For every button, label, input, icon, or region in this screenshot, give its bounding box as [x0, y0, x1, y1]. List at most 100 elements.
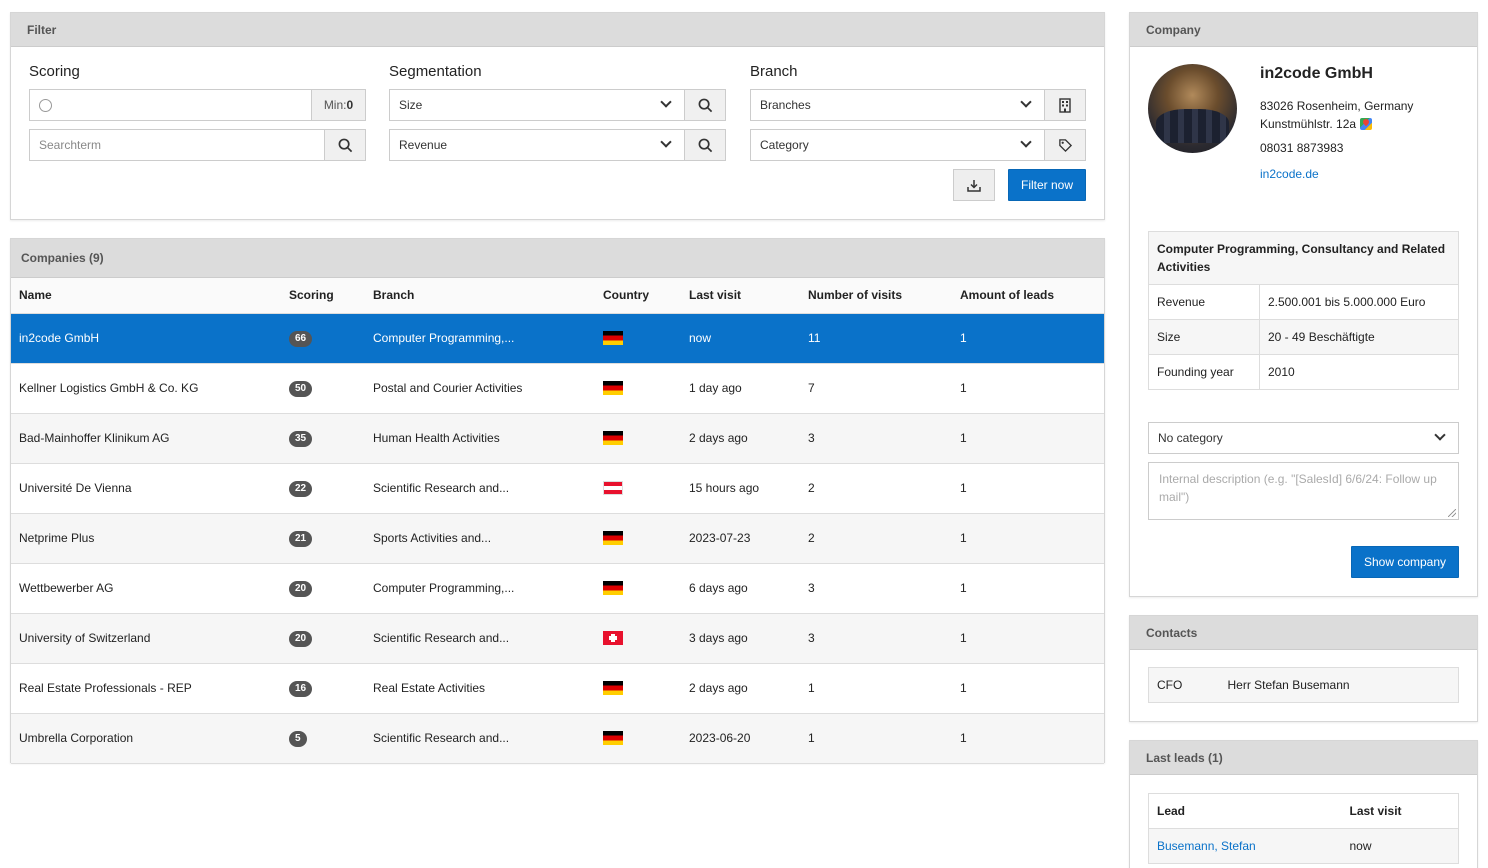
- flag-de-icon: [603, 731, 623, 746]
- branch-cell: Human Health Activities: [365, 413, 595, 464]
- visits-cell: 2: [800, 463, 952, 514]
- category-select-value: Category: [760, 138, 809, 152]
- company-avatar: [1148, 64, 1237, 153]
- size-select[interactable]: Size: [389, 89, 685, 121]
- scoring-badge: 20: [289, 580, 313, 597]
- lead-name-link[interactable]: Busemann, Stefan: [1148, 828, 1342, 864]
- revenue-label: Revenue: [1148, 284, 1260, 320]
- last-visit-cell: 6 days ago: [681, 563, 800, 614]
- country-cell: [595, 563, 681, 614]
- table-row[interactable]: Real Estate Professionals - REP 16 Real Es…: [11, 663, 1104, 714]
- last-visit-cell: 3 days ago: [681, 613, 800, 664]
- col-last-visit[interactable]: Last visit: [681, 278, 800, 314]
- col-number-of-visits[interactable]: Number of visits: [800, 278, 952, 314]
- branch-cell: Sports Activities and...: [365, 513, 595, 564]
- company-category-select[interactable]: No category: [1148, 422, 1459, 454]
- table-row[interactable]: Netprime Plus 21 Sports Activities and... 2…: [11, 513, 1104, 564]
- table-row[interactable]: Kellner Logistics GmbH & Co. KG 50 Postal …: [11, 363, 1104, 414]
- companies-panel: Companies (9) Name Scoring Branch Countr…: [10, 238, 1105, 764]
- scoring-cell: 50: [281, 363, 365, 414]
- show-company-button[interactable]: Show company: [1351, 546, 1459, 578]
- col-country[interactable]: Country: [595, 278, 681, 314]
- last-visit-cell: 1 day ago: [681, 363, 800, 414]
- country-cell: [595, 363, 681, 414]
- col-scoring[interactable]: Scoring: [281, 278, 365, 314]
- table-row[interactable]: University of Switzerland 20 Scientific Re…: [11, 613, 1104, 664]
- leads-cell: 1: [952, 363, 1104, 414]
- internal-description-placeholder: Internal description (e.g. "[SalesId] 6/…: [1159, 472, 1437, 504]
- scoring-group: Scoring: [29, 63, 365, 90]
- company-panel: Company in2code GmbH 83026 Rosenheim, Ge…: [1129, 12, 1478, 597]
- company-name-cell: Netprime Plus: [11, 513, 281, 564]
- table-row[interactable]: Bad-Mainhoffer Klinikum AG 35 Human Health…: [11, 413, 1104, 464]
- company-name-cell: University of Switzerland: [11, 613, 281, 664]
- visits-cell: 3: [800, 613, 952, 664]
- last-visit-cell: 2 days ago: [681, 413, 800, 464]
- col-name[interactable]: Name: [11, 278, 281, 314]
- scoring-radio[interactable]: [39, 98, 52, 112]
- company-address-line2: Kunstmühlstr. 12a: [1260, 117, 1357, 131]
- country-cell: [595, 413, 681, 464]
- flag-de-icon: [603, 431, 623, 446]
- company-branch: Computer Programming, Consultancy and Re…: [1148, 231, 1459, 285]
- table-row[interactable]: Université De Vienna 22 Scientific Researc…: [11, 463, 1104, 514]
- resize-handle[interactable]: [1448, 509, 1456, 517]
- leads-cell: 1: [952, 313, 1104, 364]
- country-cell: [595, 613, 681, 664]
- size-select-value: Size: [399, 98, 423, 112]
- leads-cell: 1: [952, 563, 1104, 614]
- table-row[interactable]: in2code GmbH 66 Computer Programming,... no…: [11, 313, 1104, 364]
- col-branch[interactable]: Branch: [365, 278, 595, 314]
- table-row[interactable]: Wettbewerber AG 20 Computer Programming,..…: [11, 563, 1104, 614]
- category-button[interactable]: [1044, 129, 1086, 161]
- company-category-value: No category: [1158, 431, 1223, 445]
- last-visit-cell: 2023-07-23: [681, 513, 800, 564]
- country-cell: [595, 313, 681, 364]
- size-search-button[interactable]: [684, 89, 726, 121]
- leads-cell: 1: [952, 613, 1104, 664]
- chevron-down-icon: [660, 96, 672, 108]
- company-phone: 08031 8873983: [1260, 141, 1344, 155]
- last-visit-cell: 2 days ago: [681, 663, 800, 714]
- branches-button[interactable]: [1044, 89, 1086, 121]
- flag-de-icon: [603, 331, 623, 346]
- company-name-cell: in2code GmbH: [11, 313, 281, 364]
- scoring-cell: 20: [281, 613, 365, 664]
- col-amount-of-leads[interactable]: Amount of leads: [952, 278, 1104, 314]
- download-button[interactable]: [953, 169, 995, 201]
- google-maps-icon[interactable]: [1360, 118, 1373, 130]
- company-name-cell: Kellner Logistics GmbH & Co. KG: [11, 363, 281, 414]
- leads-cell: 1: [952, 513, 1104, 564]
- visits-cell: 2: [800, 513, 952, 564]
- branch-label: Branch: [750, 63, 798, 80]
- flag-de-icon: [603, 581, 623, 596]
- flag-at-icon: [603, 481, 623, 496]
- internal-description-textarea[interactable]: Internal description (e.g. "[SalesId] 6/…: [1148, 462, 1459, 520]
- filter-panel: Filter Scoring Min: 0 Searchterm Segmenta…: [10, 12, 1105, 220]
- company-website-link[interactable]: in2code.de: [1260, 167, 1319, 181]
- revenue-search-button[interactable]: [684, 129, 726, 161]
- scoring-badge: 16: [289, 680, 313, 697]
- searchterm-input[interactable]: Searchterm: [29, 129, 325, 161]
- revenue-select[interactable]: Revenue: [389, 129, 685, 161]
- revenue-value: 2.500.001 bis 5.000.000 Euro: [1259, 284, 1459, 320]
- category-select[interactable]: Category: [750, 129, 1045, 161]
- chevron-down-icon: [1020, 136, 1032, 148]
- scoring-slider-field[interactable]: [29, 89, 312, 121]
- col-lead-last-visit: Last visit: [1341, 793, 1459, 829]
- table-row[interactable]: Umbrella Corporation 5 Scientific Research…: [11, 713, 1104, 764]
- searchterm-search-button[interactable]: [324, 129, 366, 161]
- filter-now-button[interactable]: Filter now: [1008, 169, 1086, 201]
- visits-cell: 1: [800, 663, 952, 714]
- visits-cell: 7: [800, 363, 952, 414]
- scoring-cell: 35: [281, 413, 365, 464]
- scoring-cell: 16: [281, 663, 365, 714]
- country-cell: [595, 463, 681, 514]
- visits-cell: 11: [800, 313, 952, 364]
- branches-select[interactable]: Branches: [750, 89, 1045, 121]
- branch-cell: Real Estate Activities: [365, 663, 595, 714]
- branch-cell: Postal and Courier Activities: [365, 363, 595, 414]
- search-icon: [338, 138, 352, 152]
- visits-cell: 3: [800, 413, 952, 464]
- scoring-badge: 50: [289, 380, 313, 397]
